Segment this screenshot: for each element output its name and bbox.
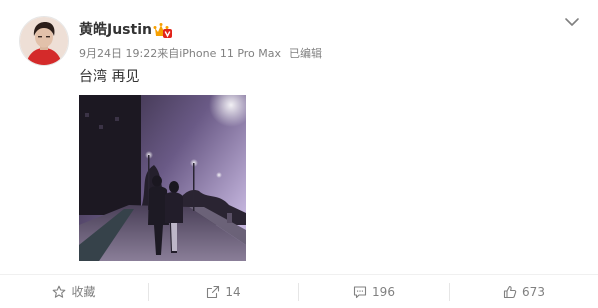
comment-icon — [353, 285, 367, 298]
repost-count: 14 — [225, 284, 241, 299]
edited-label[interactable]: 已编辑 — [289, 47, 322, 61]
post-meta: 9月24日 19:22来自iPhone 11 Pro Max 已编辑 — [79, 47, 322, 61]
comment-button[interactable]: 196 — [299, 275, 449, 308]
like-count: 673 — [522, 284, 545, 299]
thumbs-up-icon — [503, 285, 517, 298]
repost-icon — [207, 285, 220, 298]
chevron-down-icon[interactable] — [564, 15, 580, 29]
action-bar: 收藏 14 196 673 — [0, 274, 598, 307]
comment-count: 196 — [372, 284, 395, 299]
weibo-post-card: 黄皓Justin 9月24日 19:22来自iPhone 11 Pro Max 已… — [0, 0, 598, 307]
star-icon — [53, 285, 66, 298]
post-text: 台湾 再见 — [79, 69, 140, 85]
post-image[interactable] — [79, 95, 246, 261]
post-source: 来自iPhone 11 Pro Max — [157, 47, 282, 60]
favorite-button[interactable]: 收藏 — [0, 275, 148, 308]
vip-crown-badge-icon[interactable] — [153, 22, 173, 39]
avatar[interactable] — [19, 16, 69, 66]
favorite-label: 收藏 — [71, 285, 96, 299]
like-button[interactable]: 673 — [450, 275, 598, 308]
repost-button[interactable]: 14 — [149, 275, 298, 308]
user-name[interactable]: 黄皓Justin — [79, 22, 152, 38]
post-timestamp[interactable]: 9月24日 19:22 — [79, 47, 157, 61]
